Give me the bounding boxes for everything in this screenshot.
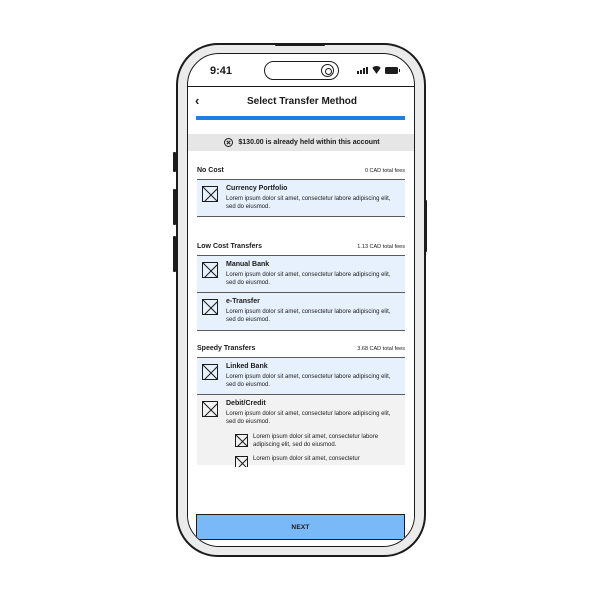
volume-up-button <box>173 189 176 225</box>
power-button <box>424 200 427 252</box>
section-fees: 0 CAD total fees <box>364 168 405 174</box>
option-description: Lorem ipsum dolor sit amet, consectetur … <box>226 272 391 286</box>
option-title: Debit/Credit <box>226 400 266 407</box>
option-currency-portfolio[interactable]: Currency Portfolio Lorem ipsum dolor sit… <box>197 179 405 217</box>
image-placeholder-icon <box>202 364 218 380</box>
option-title: Linked Bank <box>226 363 268 370</box>
wifi-icon <box>371 66 382 74</box>
section-header-low-cost: Low Cost Transfers 1.13 CAD total fees <box>197 243 405 255</box>
sub-option-description: Lorem ipsum dolor sit amet, consectetur … <box>253 434 379 448</box>
image-placeholder-icon <box>235 456 248 467</box>
section-fees: 3.68 CAD total fees <box>357 346 405 352</box>
action-button <box>173 152 176 172</box>
option-title: e-Transfer <box>226 298 260 305</box>
x-circle-icon <box>224 138 234 147</box>
option-title: Currency Portfolio <box>226 185 288 192</box>
transfer-methods-list[interactable]: No Cost 0 CAD total fees Currency Portfo… <box>197 167 405 467</box>
battery-icon <box>385 67 400 74</box>
option-title: Manual Bank <box>226 261 270 268</box>
option-description: Lorem ipsum dolor sit amet, consectetur … <box>226 411 391 425</box>
status-time: 9:41 <box>210 65 233 77</box>
dynamic-island <box>264 61 339 80</box>
card-sub-option[interactable]: Lorem ipsum dolor sit amet, consectetur <box>235 455 395 467</box>
image-placeholder-icon <box>202 186 218 202</box>
phone-screen: 9:41 ‹ Select Transfer Method $130.00 is… <box>187 53 415 547</box>
sub-option-description: Lorem ipsum dolor sit amet, consectetur <box>253 456 360 462</box>
progress-fill <box>196 116 405 120</box>
section-header-no-cost: No Cost 0 CAD total fees <box>197 167 405 179</box>
section-header-speedy: Speedy Transfers 3.68 CAD total fees <box>197 345 405 357</box>
speaker-line <box>275 44 325 46</box>
option-linked-bank[interactable]: Linked Bank Lorem ipsum dolor sit amet, … <box>197 357 405 395</box>
camera-icon <box>321 64 334 77</box>
image-placeholder-icon <box>202 262 218 278</box>
image-placeholder-icon <box>202 299 218 315</box>
option-debit-credit[interactable]: Debit/Credit Lorem ipsum dolor sit amet,… <box>197 395 405 467</box>
image-placeholder-icon <box>202 401 218 417</box>
app-content: ‹ Select Transfer Method $130.00 is alre… <box>188 86 414 546</box>
option-description: Lorem ipsum dolor sit amet, consectetur … <box>226 374 391 388</box>
option-e-transfer[interactable]: e-Transfer Lorem ipsum dolor sit amet, c… <box>197 293 405 331</box>
section-fees: 1.13 CAD total fees <box>357 244 405 250</box>
option-description: Lorem ipsum dolor sit amet, consectetur … <box>226 309 391 323</box>
section-title: Low Cost Transfers <box>197 243 262 250</box>
image-placeholder-icon <box>235 434 248 447</box>
held-funds-notice: $130.00 is already held within this acco… <box>188 134 414 151</box>
option-manual-bank[interactable]: Manual Bank Lorem ipsum dolor sit amet, … <box>197 255 405 293</box>
signal-icon <box>357 67 368 74</box>
section-title: No Cost <box>197 167 224 174</box>
progress-bar <box>196 116 405 120</box>
volume-down-button <box>173 236 176 272</box>
option-description: Lorem ipsum dolor sit amet, consectetur … <box>226 196 391 210</box>
next-button[interactable]: NEXT <box>196 514 405 540</box>
section-title: Speedy Transfers <box>197 345 256 352</box>
card-sub-option[interactable]: Lorem ipsum dolor sit amet, consectetur … <box>235 433 395 451</box>
notice-text: $130.00 is already held within this acco… <box>238 139 380 146</box>
status-icons <box>357 66 400 74</box>
page-title: Select Transfer Method <box>246 96 358 107</box>
